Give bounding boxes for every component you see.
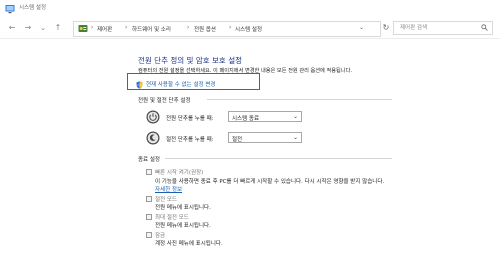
section-divider xyxy=(207,99,392,100)
uac-shield-icon xyxy=(136,80,143,89)
breadcrumb-separator: › xyxy=(229,24,232,31)
fast-startup-description: 이 기능을 사용하면 종료 후 PC를 더 빠르게 시작할 수 있습니다. 다시… xyxy=(155,179,385,185)
lock-checkbox[interactable] xyxy=(146,232,152,238)
control-panel-icon xyxy=(78,25,88,32)
sleep-button-action-value: 절전 xyxy=(232,137,243,143)
search-icon xyxy=(481,24,488,31)
sleep-icon xyxy=(146,131,160,145)
refresh-button[interactable]: ↻ xyxy=(380,22,392,34)
breadcrumb-hardware-sound[interactable]: 하드웨어 및 소리 xyxy=(132,25,171,33)
power-button-label: 전원 단추를 누를 때: xyxy=(166,116,214,122)
lock-label: 잠금 xyxy=(155,233,166,239)
chevron-down-icon: ⌄ xyxy=(292,113,298,120)
breadcrumb-system-settings[interactable]: 시스템 설정 xyxy=(235,25,262,33)
title-bar: 시스템 설정 xyxy=(0,0,500,18)
hibernate-checkbox[interactable] xyxy=(146,214,152,220)
lock-description: 계정 사진 메뉴에 표시됩니다. xyxy=(155,241,223,247)
breadcrumb-separator: › xyxy=(187,24,190,31)
hibernate-label: 최대 절전 모드 xyxy=(155,215,189,221)
search-box[interactable] xyxy=(393,21,493,35)
learn-more-link[interactable]: 자세한 정보 xyxy=(155,185,182,193)
fast-startup-label: 빠른 시작 켜기(권장) xyxy=(155,170,204,176)
sleep-description: 전원 메뉴에 표시됩니다. xyxy=(155,205,211,211)
breadcrumb-separator: › xyxy=(91,24,94,31)
sleep-button-label: 절전 단추를 누를 때: xyxy=(166,137,214,143)
shutdown-section-title: 종료 설정 xyxy=(138,157,160,163)
section-divider xyxy=(165,158,392,159)
breadcrumb-power-options[interactable]: 전원 옵션 xyxy=(194,25,216,33)
up-button[interactable]: ↑ xyxy=(52,22,64,34)
page-title: 전원 단추 정의 및 암호 보호 설정 xyxy=(138,56,243,65)
breadcrumb-control-panel[interactable]: 제어판 xyxy=(97,25,112,33)
hibernate-description: 전원 메뉴에 표시됩니다. xyxy=(155,223,211,229)
fast-startup-checkbox[interactable] xyxy=(146,169,152,175)
address-bar[interactable]: › 제어판 › 하드웨어 및 소리 › 전원 옵션 › 시스템 설정 ⌄ xyxy=(73,21,381,37)
power-icon xyxy=(146,110,160,124)
sleep-button-action-select[interactable]: 절전 ⌄ xyxy=(228,132,302,143)
address-dropdown-icon[interactable]: ⌄ xyxy=(359,24,364,31)
system-settings-icon xyxy=(5,5,15,14)
breadcrumb-separator: › xyxy=(125,24,128,31)
window-title: 시스템 설정 xyxy=(19,5,47,11)
power-button-action-value: 시스템 종료 xyxy=(232,116,260,122)
search-input[interactable] xyxy=(398,24,482,32)
change-link-label[interactable]: 현재 사용할 수 없는 설정 변경 xyxy=(146,82,215,88)
navigation-bar: ← → ⌄ ↑ › 제어판 › 하드웨어 및 소리 › 전원 옵션 › 시스템 … xyxy=(0,18,500,39)
power-buttons-section-title: 전원 및 절전 단추 설정 xyxy=(138,98,191,104)
power-button-action-select[interactable]: 시스템 종료 ⌄ xyxy=(228,111,302,122)
power-button-row: 전원 단추를 누를 때: 시스템 종료 ⌄ xyxy=(146,110,306,124)
back-button[interactable]: ← xyxy=(6,22,18,34)
chevron-down-icon: ⌄ xyxy=(292,134,298,141)
forward-button[interactable]: → xyxy=(22,22,34,34)
sleep-checkbox[interactable] xyxy=(146,196,152,202)
change-unavailable-settings-link[interactable]: 현재 사용할 수 없는 설정 변경 xyxy=(136,80,215,89)
recent-locations-dropdown[interactable]: ⌄ xyxy=(37,22,49,34)
sleep-label: 절전 모드 xyxy=(155,197,177,203)
sleep-button-row: 절전 단추를 누를 때: 절전 ⌄ xyxy=(146,131,306,145)
